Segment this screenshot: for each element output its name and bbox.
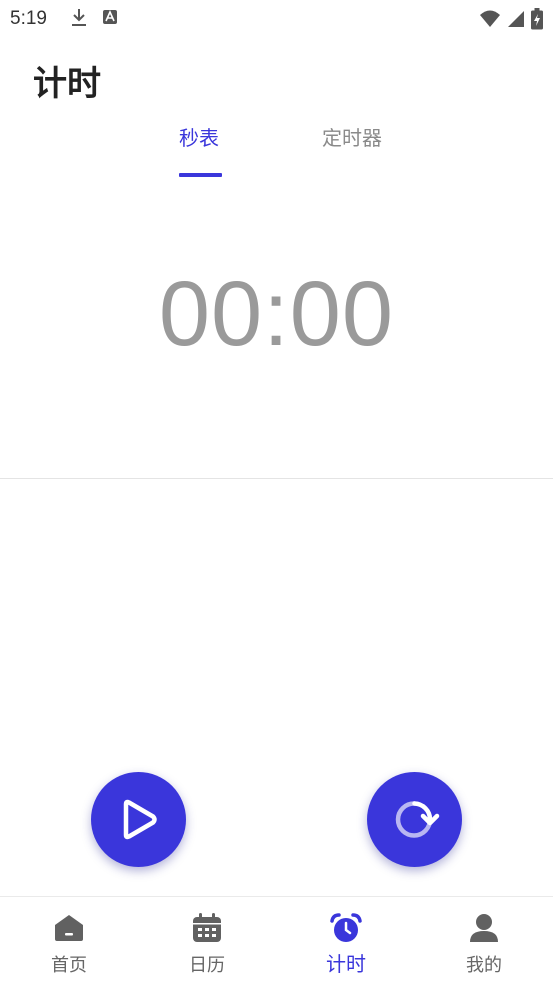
battery-charging-icon bbox=[531, 8, 543, 34]
status-right-icons bbox=[479, 8, 543, 34]
alarm-clock-icon bbox=[330, 913, 362, 947]
calendar-icon bbox=[192, 913, 222, 947]
reset-button[interactable] bbox=[367, 772, 462, 867]
nav-label-home: 首页 bbox=[51, 955, 87, 976]
cellular-signal-icon bbox=[507, 9, 525, 33]
nav-item-timer[interactable]: 计时 bbox=[277, 897, 415, 985]
download-icon bbox=[70, 8, 88, 32]
bottom-nav: 首页 日历 计时 我的 bbox=[0, 896, 553, 985]
nav-item-mine[interactable]: 我的 bbox=[415, 897, 553, 985]
status-left-icons bbox=[70, 8, 118, 32]
stopwatch-display: 00:00 bbox=[158, 263, 395, 365]
font-a-icon bbox=[102, 8, 118, 32]
nav-item-home[interactable]: 首页 bbox=[0, 897, 138, 985]
nav-label-calendar: 日历 bbox=[189, 955, 225, 976]
divider bbox=[0, 478, 553, 479]
status-time: 5:19 bbox=[10, 8, 47, 29]
page-title: 计时 bbox=[33, 64, 101, 104]
tab-stopwatch[interactable]: 秒表 bbox=[179, 122, 219, 151]
nav-item-calendar[interactable]: 日历 bbox=[138, 897, 276, 985]
tab-bar: 秒表 定时器 bbox=[0, 122, 553, 182]
wifi-icon bbox=[479, 9, 501, 33]
reset-icon bbox=[395, 801, 440, 838]
play-icon bbox=[123, 799, 157, 840]
nav-label-mine: 我的 bbox=[466, 955, 502, 976]
start-button[interactable] bbox=[91, 772, 186, 867]
person-icon bbox=[469, 913, 499, 947]
tab-timer[interactable]: 定时器 bbox=[322, 122, 382, 151]
nav-label-timer: 计时 bbox=[326, 952, 366, 976]
home-icon bbox=[54, 913, 84, 945]
tab-indicator bbox=[179, 173, 222, 177]
status-bar: 5:19 bbox=[0, 0, 553, 38]
